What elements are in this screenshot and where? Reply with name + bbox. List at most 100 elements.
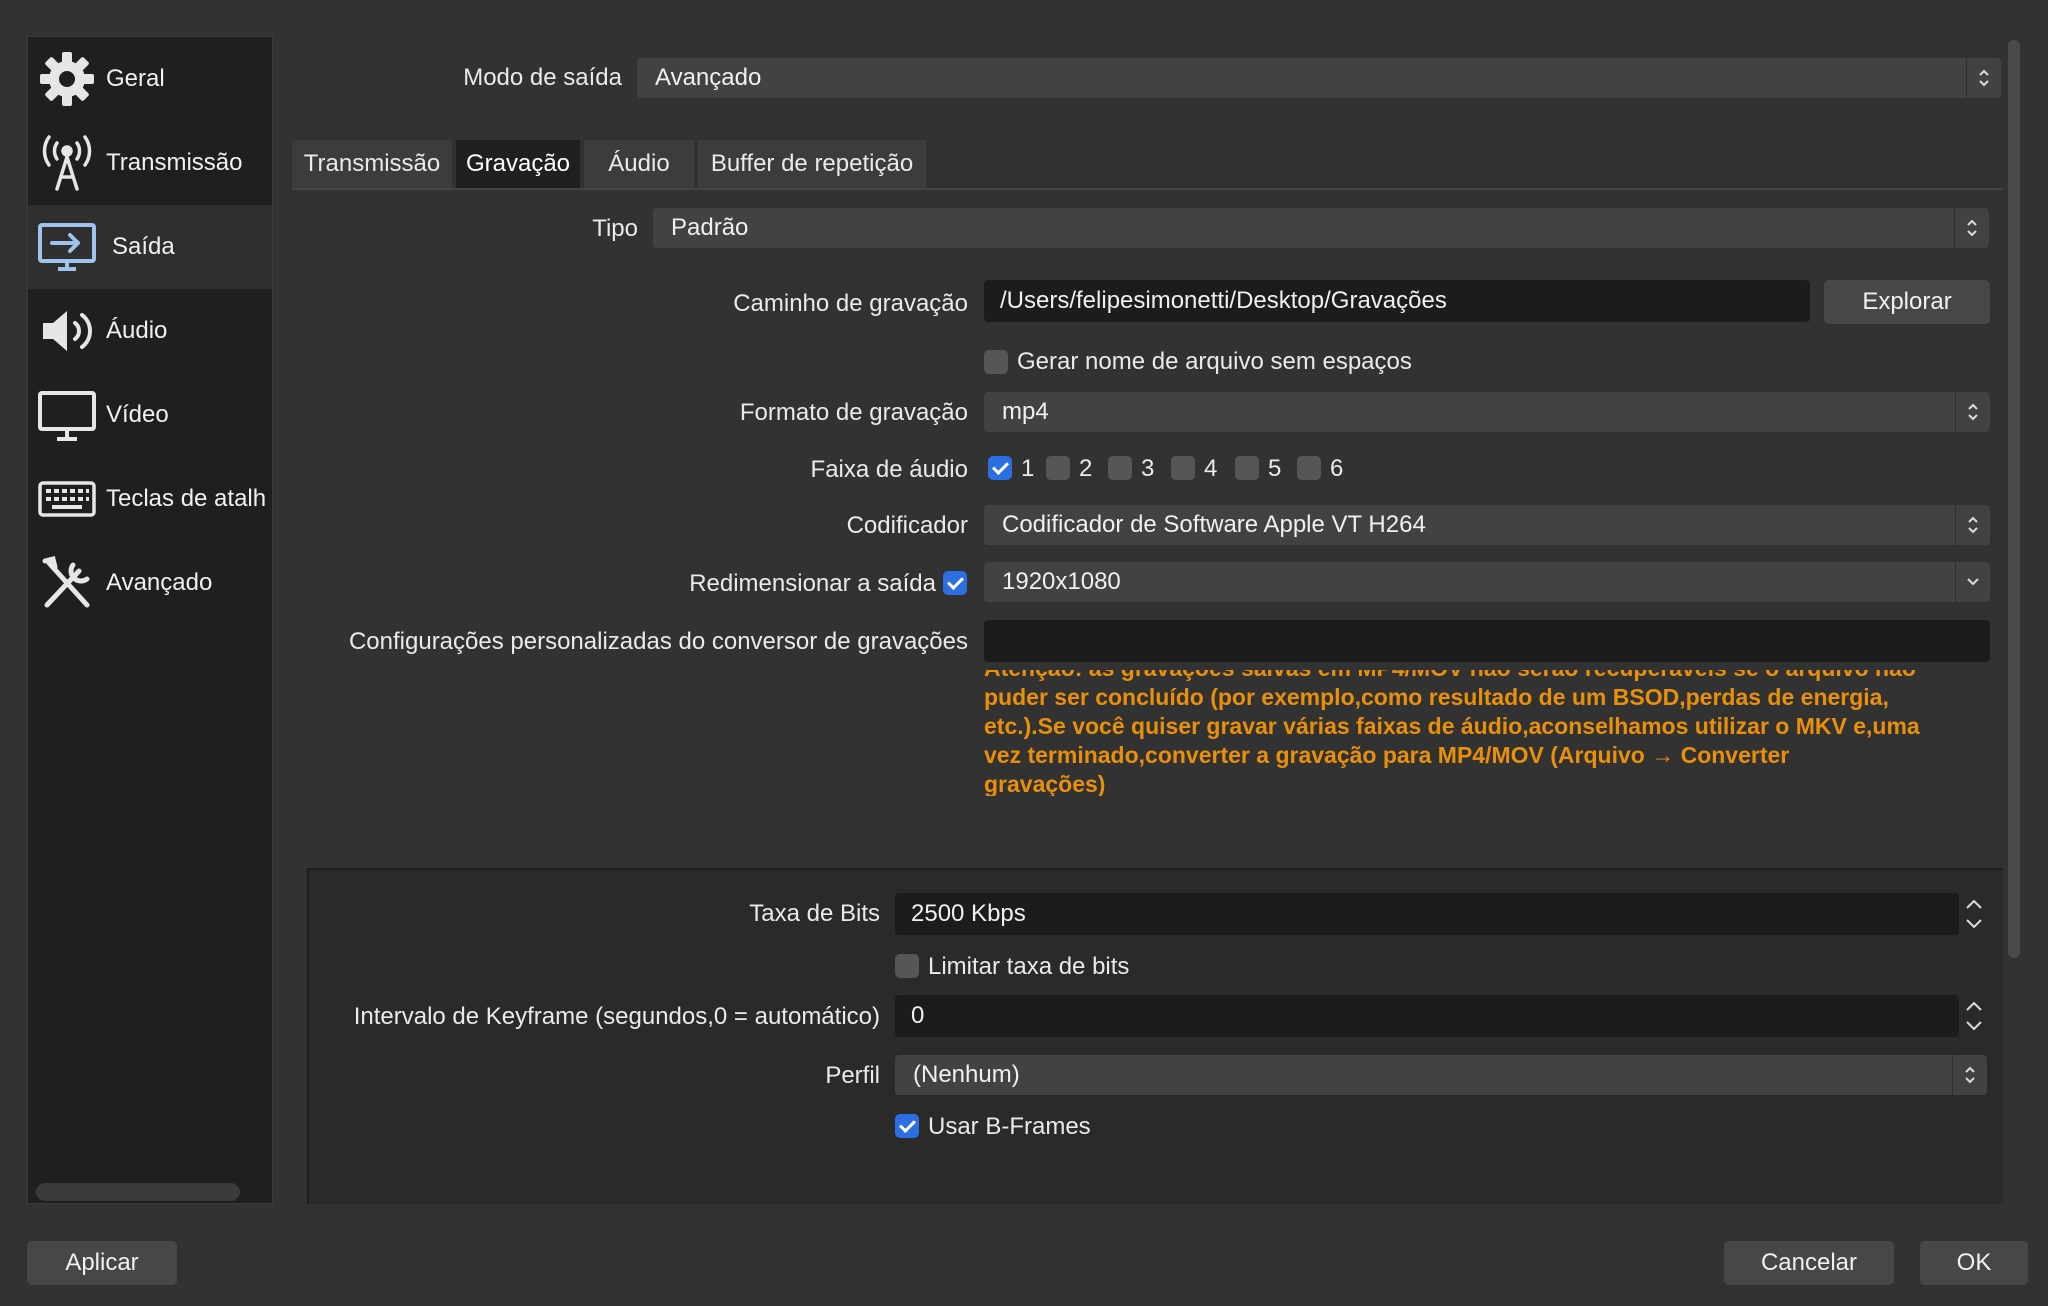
warning-line: Atenção: as gravações salvas em MP4/MOV … — [984, 670, 1920, 683]
type-value: Padrão — [671, 214, 749, 241]
keyframe-interval-input[interactable]: 0 — [895, 995, 1959, 1037]
audio-track-6-checkbox[interactable] — [1297, 456, 1321, 480]
chevron-up-icon[interactable] — [1962, 997, 1986, 1015]
muxer-settings-label: Configurações personalizadas do converso… — [348, 628, 968, 655]
warning-line: gravações) — [984, 771, 1106, 796]
audio-track-1-checkbox[interactable] — [988, 456, 1012, 480]
cancel-button-label: Cancelar — [1760, 1249, 1858, 1276]
chevron-down-icon[interactable] — [1962, 1017, 1986, 1035]
sidebar-item-teclas-de-atalho[interactable]: Teclas de atalh — [28, 457, 272, 541]
bitrate-label: Taxa de Bits — [749, 900, 880, 927]
sidebar-item-label: Saída — [112, 233, 175, 260]
recording-path-label: Caminho de gravação — [733, 290, 968, 317]
type-label: Tipo — [592, 215, 638, 242]
audio-track-2-checkbox[interactable] — [1046, 456, 1070, 480]
warning-line: puder ser concluído (por exemplo,como re… — [984, 684, 1889, 710]
output-mode-select[interactable]: Avançado — [637, 58, 2001, 98]
sidebar-item-label: Teclas de atalh — [106, 485, 267, 512]
tab-audio[interactable]: Áudio — [584, 140, 694, 188]
recording-format-label: Formato de gravação — [739, 399, 968, 426]
tab-transmissao[interactable]: Transmissão — [292, 140, 452, 188]
apply-button[interactable]: Aplicar — [27, 1241, 177, 1285]
warning-line: etc.).Se você quiser gravar várias faixa… — [984, 713, 1920, 739]
audio-track-label: Faixa de áudio — [810, 456, 968, 483]
keyframe-interval-value: 0 — [911, 1002, 925, 1029]
sidebar-item-geral[interactable]: Geral — [28, 37, 272, 121]
sidebar-item-transmissao[interactable]: Transmissão — [28, 121, 272, 205]
chevron-up-icon[interactable] — [1962, 895, 1986, 913]
tab-label: Transmissão — [303, 150, 441, 177]
audio-track-2-label: 2 — [1079, 455, 1093, 482]
tools-icon — [36, 552, 98, 614]
rescale-output-label: Redimensionar a saída — [689, 570, 936, 597]
ok-button-label: OK — [1956, 1249, 1992, 1276]
sidebar-item-avancado[interactable]: Avançado — [28, 541, 272, 625]
tab-gravacao[interactable]: Gravação — [456, 140, 580, 188]
chevron-down-icon[interactable] — [1962, 915, 1986, 933]
updown-arrows-icon — [1952, 1055, 1987, 1095]
sidebar-item-video[interactable]: Vídeo — [28, 373, 272, 457]
sidebar-item-saida[interactable]: Saída — [28, 205, 272, 289]
tab-buffer-de-repeticao[interactable]: Buffer de repetição — [698, 140, 926, 188]
browse-button-label: Explorar — [1862, 288, 1952, 315]
tab-label: Gravação — [465, 150, 571, 177]
audio-track-4-label: 4 — [1204, 455, 1218, 482]
tab-label: Áudio — [608, 150, 670, 177]
mp4-warning: Atenção: as gravações salvas em MP4/MOV … — [984, 670, 1990, 796]
encoder-label: Codificador — [846, 512, 968, 539]
cancel-button[interactable]: Cancelar — [1724, 1241, 1894, 1285]
no-space-filename-checkbox[interactable] — [984, 350, 1008, 374]
keyframe-interval-stepper[interactable] — [1958, 995, 1990, 1037]
tab-divider — [292, 188, 2002, 190]
audio-track-4-checkbox[interactable] — [1171, 456, 1195, 480]
rescale-resolution-value: 1920x1080 — [1002, 568, 1121, 595]
audio-track-6-label: 6 — [1330, 455, 1344, 482]
recording-path-value: /Users/felipesimonetti/Desktop/Gravações — [1000, 287, 1447, 314]
keyframe-interval-label: Intervalo de Keyframe (segundos,0 = auto… — [353, 1003, 880, 1030]
rescale-output-checkbox[interactable] — [943, 571, 967, 595]
no-space-filename-label: Gerar nome de arquivo sem espaços — [1017, 348, 1412, 375]
tab-label: Buffer de repetição — [710, 150, 914, 177]
bitrate-input[interactable]: 2500 Kbps — [895, 893, 1959, 935]
main-scrollbar[interactable] — [2008, 40, 2020, 958]
sidebar-item-label: Áudio — [106, 317, 168, 344]
sidebar-item-label: Vídeo — [106, 401, 169, 428]
ok-button[interactable]: OK — [1920, 1241, 2028, 1285]
muxer-settings-input[interactable] — [984, 620, 1990, 662]
type-select[interactable]: Padrão — [653, 208, 1989, 248]
output-mode-label: Modo de saída — [463, 64, 622, 91]
updown-arrows-icon — [1955, 392, 1990, 432]
profile-select[interactable]: (Nenhum) — [895, 1055, 1987, 1095]
sidebar-item-audio[interactable]: Áudio — [28, 289, 272, 373]
profile-value: (Nenhum) — [913, 1061, 1020, 1088]
updown-arrows-icon — [1955, 505, 1990, 545]
limit-bitrate-checkbox[interactable] — [895, 954, 919, 978]
encoder-select[interactable]: Codificador de Software Apple VT H264 — [984, 505, 1990, 545]
recording-format-value: mp4 — [1002, 398, 1049, 425]
browse-button[interactable]: Explorar — [1824, 280, 1990, 324]
gear-icon — [36, 48, 98, 110]
updown-arrows-icon — [1954, 208, 1989, 248]
recording-path-input[interactable]: /Users/felipesimonetti/Desktop/Gravações — [984, 280, 1810, 322]
keyboard-icon — [36, 468, 98, 530]
profile-label: Perfil — [825, 1062, 880, 1089]
audio-track-3-label: 3 — [1141, 455, 1155, 482]
bitrate-value: 2500 Kbps — [911, 900, 1026, 927]
recording-format-select[interactable]: mp4 — [984, 392, 1990, 432]
rescale-resolution-combobox[interactable]: 1920x1080 — [984, 562, 1990, 602]
output-mode-value: Avançado — [655, 64, 762, 91]
sidebar-item-label: Avançado — [106, 569, 213, 596]
audio-track-3-checkbox[interactable] — [1108, 456, 1132, 480]
sidebar-item-label: Geral — [106, 65, 165, 92]
use-bframes-label: Usar B-Frames — [928, 1113, 1091, 1140]
audio-track-5-label: 5 — [1268, 455, 1282, 482]
chevron-down-icon[interactable] — [1955, 562, 1990, 602]
apply-button-label: Aplicar — [65, 1249, 139, 1276]
audio-track-5-checkbox[interactable] — [1235, 456, 1259, 480]
encoder-value: Codificador de Software Apple VT H264 — [1002, 511, 1426, 538]
sidebar-scrollbar[interactable] — [36, 1183, 240, 1201]
use-bframes-checkbox[interactable] — [895, 1114, 919, 1138]
settings-sidebar: Geral Transmissão Saída Áudio Vídeo Tecl… — [27, 36, 273, 1204]
monitor-icon — [36, 384, 98, 446]
bitrate-stepper[interactable] — [1958, 893, 1990, 935]
